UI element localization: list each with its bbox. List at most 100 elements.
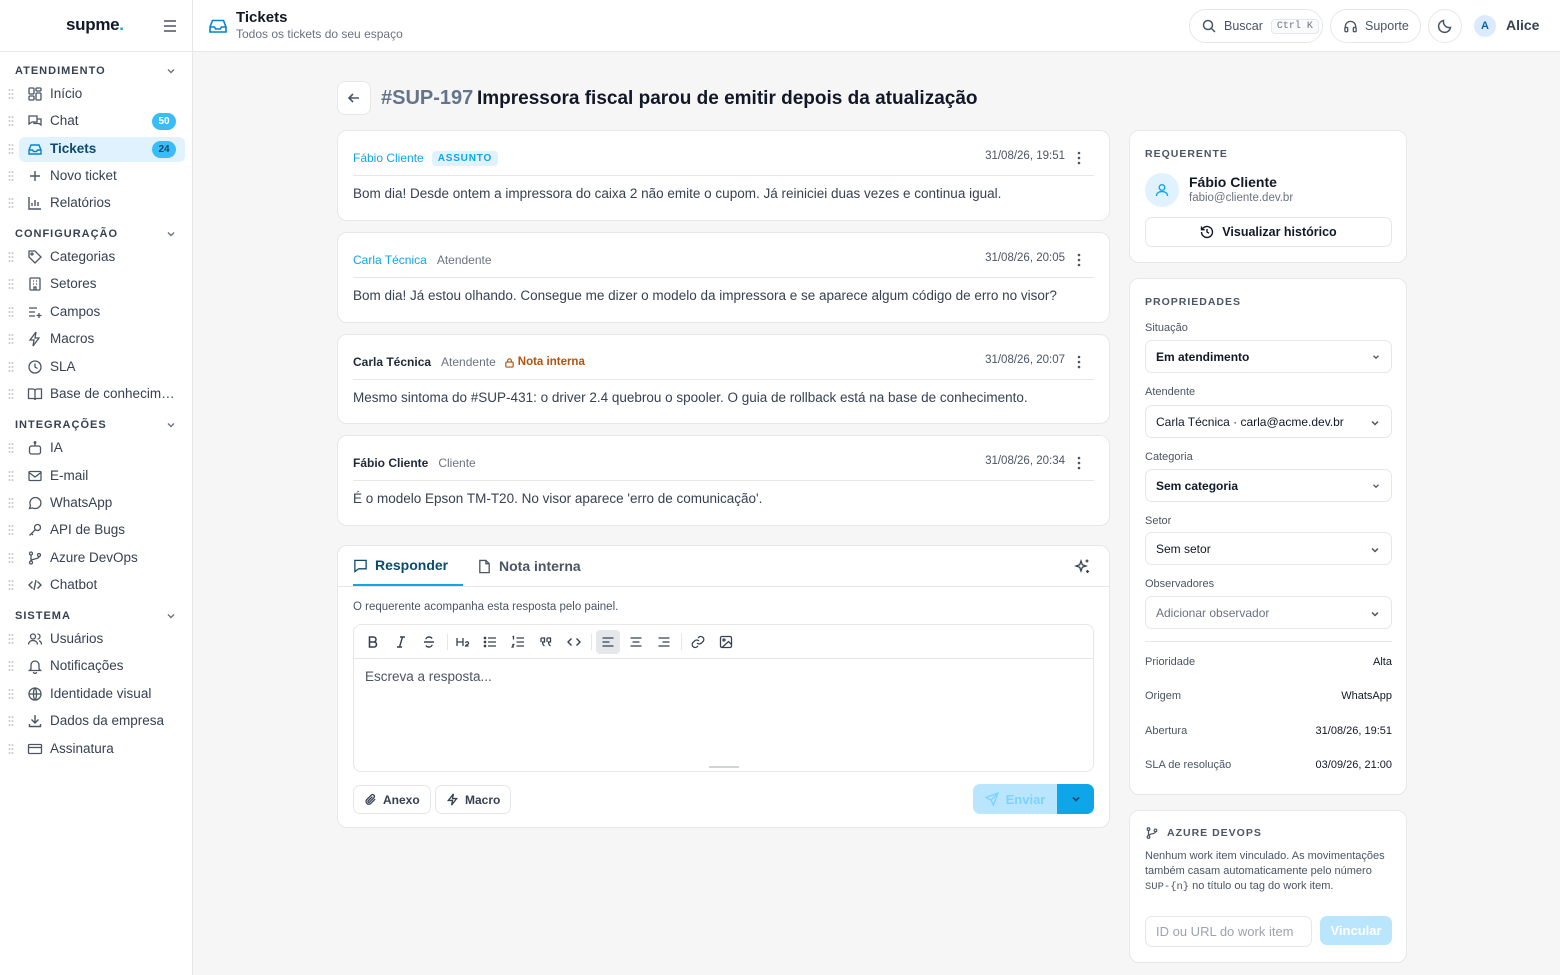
sidebar-item-sla[interactable]: SLA — [8, 355, 185, 380]
view-history-button[interactable]: Visualizar histórico — [1145, 217, 1392, 247]
sidebar-item-setores[interactable]: Setores — [8, 272, 185, 297]
align-center-button[interactable] — [624, 630, 648, 654]
drag-handle-icon[interactable] — [8, 743, 14, 755]
more-vertical-icon[interactable] — [1072, 455, 1086, 471]
sidebar-item-usuarios[interactable]: Usuários — [8, 627, 185, 652]
drag-handle-icon[interactable] — [8, 88, 14, 100]
sidebar-item-tickets[interactable]: Tickets 24 — [8, 137, 185, 162]
drag-handle-icon[interactable] — [8, 333, 14, 345]
send-icon — [984, 792, 999, 806]
message-card: Fábio Cliente ASSUNTO 31/08/26, 19:51 Bo… — [337, 130, 1110, 221]
resize-handle[interactable] — [709, 766, 739, 768]
drag-handle-icon[interactable] — [8, 361, 14, 373]
observers-select[interactable]: Adicionar observador — [1145, 596, 1392, 629]
drag-handle-icon[interactable] — [8, 524, 14, 536]
theme-toggle[interactable] — [1428, 9, 1462, 43]
drag-handle-icon[interactable] — [8, 715, 14, 727]
drag-handle-icon[interactable] — [8, 442, 14, 454]
support-button[interactable]: Suporte — [1330, 9, 1421, 43]
drag-handle-icon[interactable] — [8, 197, 14, 209]
drag-handle-icon[interactable] — [8, 251, 14, 263]
sidebar-item-azure-devops[interactable]: Azure DevOps — [8, 546, 185, 571]
search-button[interactable]: Buscar Ctrl K — [1189, 9, 1323, 43]
drag-handle-icon[interactable] — [8, 143, 14, 155]
more-vertical-icon[interactable] — [1072, 150, 1086, 166]
code-button[interactable] — [562, 630, 586, 654]
logo[interactable]: supme. — [66, 15, 124, 35]
link-button[interactable] — [686, 630, 710, 654]
send-options-button[interactable] — [1057, 784, 1094, 814]
link-work-item-button[interactable]: Vincular — [1320, 916, 1392, 945]
align-left-button[interactable] — [596, 630, 620, 654]
sidebar-item-campos[interactable]: Campos — [8, 300, 185, 325]
message-body: É o modelo Epson TM-T20. No visor aparec… — [353, 491, 763, 506]
message-body: Mesmo sintoma do #SUP-431: o driver 2.4 … — [353, 390, 1028, 405]
sidebar-item-relatorios[interactable]: Relatórios — [8, 191, 185, 216]
divider — [353, 379, 1094, 380]
drag-handle-icon[interactable] — [8, 388, 14, 400]
work-item-input[interactable]: ID ou URL do work item — [1145, 916, 1312, 947]
drag-handle-icon[interactable] — [8, 470, 14, 482]
sidebar-item-novo-ticket[interactable]: Novo ticket — [8, 164, 185, 189]
back-button[interactable] — [337, 81, 371, 115]
drag-handle-icon[interactable] — [8, 688, 14, 700]
bold-button[interactable] — [361, 630, 385, 654]
italic-button[interactable] — [389, 630, 413, 654]
drag-handle-icon[interactable] — [8, 115, 14, 127]
rich-text-editor[interactable]: Escreva a resposta... — [353, 624, 1094, 772]
chevron-down-icon[interactable] — [165, 228, 177, 240]
drag-handle-icon[interactable] — [8, 552, 14, 564]
quote-button[interactable] — [534, 630, 558, 654]
drag-handle-icon[interactable] — [8, 579, 14, 591]
chevron-down-icon[interactable] — [165, 610, 177, 622]
more-vertical-icon[interactable] — [1072, 354, 1086, 370]
align-right-button[interactable] — [652, 630, 676, 654]
message-author[interactable]: Carla Técnica — [353, 355, 431, 369]
ordered-list-button[interactable] — [506, 630, 530, 654]
sidebar-item-categorias[interactable]: Categorias — [8, 245, 185, 270]
message-author[interactable]: Fábio Cliente — [353, 456, 428, 470]
chevron-down-icon[interactable] — [165, 65, 177, 77]
bullet-list-button[interactable] — [478, 630, 502, 654]
message-author[interactable]: Carla Técnica — [353, 253, 427, 267]
category-select[interactable]: Sem categoria — [1145, 469, 1392, 502]
attach-button[interactable]: Anexo — [353, 785, 431, 814]
status-select[interactable]: Em atendimento — [1145, 340, 1392, 373]
sidebar-item-chat[interactable]: Chat 50 — [8, 109, 185, 134]
drag-handle-icon[interactable] — [8, 660, 14, 672]
sparkles-icon[interactable] — [1074, 558, 1091, 575]
assignee-select[interactable]: Carla Técnica · carla@acme.dev.br — [1145, 405, 1392, 438]
sidebar-item-email[interactable]: E-mail — [8, 464, 185, 489]
sidebar-item-assinatura[interactable]: Assinatura — [8, 737, 185, 762]
chevron-down-icon[interactable] — [165, 419, 177, 431]
send-button[interactable]: Enviar — [973, 784, 1057, 814]
tab-responder[interactable]: Responder — [353, 546, 464, 586]
sidebar-item-identidade-visual[interactable]: Identidade visual — [8, 682, 185, 707]
sidebar-item-ia[interactable]: IA — [8, 436, 185, 461]
drag-handle-icon[interactable] — [8, 633, 14, 645]
user-name[interactable]: Alice — [1506, 17, 1539, 33]
more-vertical-icon[interactable] — [1072, 252, 1086, 268]
strikethrough-button[interactable] — [417, 630, 441, 654]
image-button[interactable] — [714, 630, 738, 654]
align-right-icon — [658, 637, 670, 647]
sidebar-item-base-conhecimento[interactable]: Base de conhecimento — [8, 382, 185, 407]
avatar[interactable]: A — [1474, 15, 1496, 37]
sidebar-item-api-bugs[interactable]: API de Bugs — [8, 518, 185, 543]
sidebar-item-whatsapp[interactable]: WhatsApp — [8, 491, 185, 516]
sector-select[interactable]: Sem setor — [1145, 532, 1392, 565]
drag-handle-icon[interactable] — [8, 306, 14, 318]
drag-handle-icon[interactable] — [8, 278, 14, 290]
menu-icon[interactable] — [161, 17, 179, 35]
sidebar-item-macros[interactable]: Macros — [8, 327, 185, 352]
macro-button[interactable]: Macro — [435, 785, 512, 814]
heading-button[interactable] — [451, 630, 475, 654]
sidebar-item-notificacoes[interactable]: Notificações — [8, 654, 185, 679]
sidebar-item-chatbot[interactable]: Chatbot — [8, 573, 185, 598]
message-author[interactable]: Fábio Cliente — [353, 151, 424, 165]
tab-nota-interna[interactable]: Nota interna — [477, 546, 581, 586]
drag-handle-icon[interactable] — [8, 170, 14, 182]
drag-handle-icon[interactable] — [8, 497, 14, 509]
sidebar-item-dados-empresa[interactable]: Dados da empresa — [8, 709, 185, 734]
sidebar-item-inicio[interactable]: Início — [8, 82, 185, 107]
